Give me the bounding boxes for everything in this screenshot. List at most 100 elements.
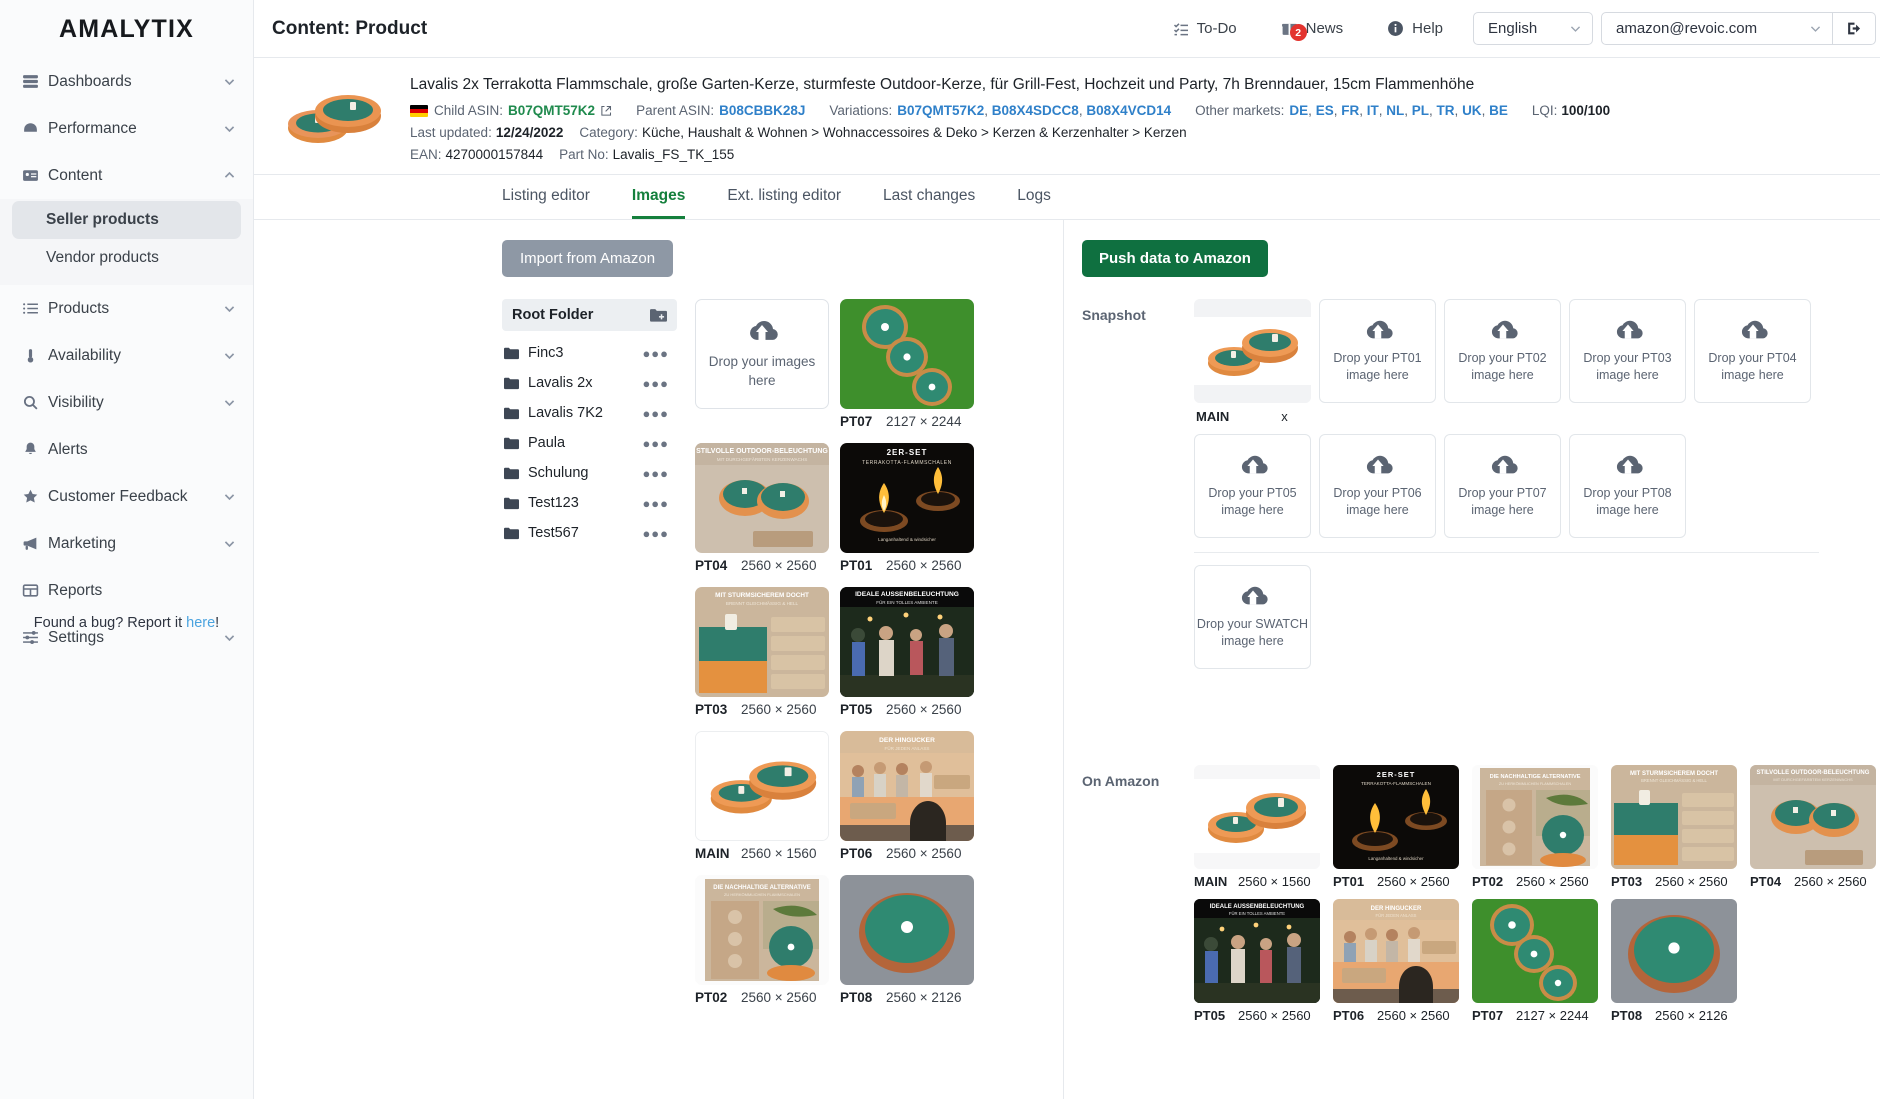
parent-asin-value[interactable]: B08CBBK28J: [719, 103, 805, 118]
snapshot-dropzone[interactable]: Drop your PT07 image here: [1444, 434, 1561, 538]
on-amazon-image[interactable]: DER HINGUCKER FÜR JEDEN ANLASS: [1333, 899, 1459, 1003]
import-from-amazon-button[interactable]: Import from Amazon: [502, 240, 674, 277]
image-dropzone-cell[interactable]: Drop your images here: [695, 299, 835, 429]
on-amazon-cell[interactable]: DIE NACHHALTIGE ALTERNATIVE ZU HERKÖMMLIC…: [1472, 765, 1606, 889]
on-amazon-image[interactable]: MIT STURMSICHEREM DOCHT BRENNT GLEICHMÄSS…: [1611, 765, 1737, 869]
help-button[interactable]: Help: [1365, 20, 1465, 37]
market-link[interactable]: UK: [1462, 103, 1482, 118]
snapshot-dropzone[interactable]: Drop your PT03 image here: [1569, 299, 1686, 403]
on-amazon-cell[interactable]: 2ER-SET TERRAKOTTA-FLAMMSCHALEN Langanhalt…: [1333, 765, 1467, 889]
tab-listing-editor[interactable]: Listing editor: [502, 175, 590, 219]
market-link[interactable]: IT: [1367, 103, 1379, 118]
sidebar-item-performance[interactable]: Performance: [0, 105, 253, 152]
on-amazon-cell[interactable]: MAIN 2560 × 1560: [1194, 765, 1328, 889]
folder-item[interactable]: Schulung ●●●: [502, 458, 677, 488]
root-folder-row[interactable]: Root Folder: [502, 299, 677, 331]
on-amazon-image[interactable]: 2ER-SET TERRAKOTTA-FLAMMSCHALEN Langanhalt…: [1333, 765, 1459, 869]
todo-button[interactable]: To-Do: [1151, 20, 1259, 37]
news-button[interactable]: 2 News: [1259, 20, 1366, 41]
sidebar-item-reports[interactable]: Reports: [0, 567, 253, 614]
image-cell[interactable]: 2ER-SET TERRAKOTTA-FLAMMSCHALEN Langanhalt…: [840, 443, 980, 573]
sidebar-item-vendor-products[interactable]: Vendor products: [12, 239, 241, 277]
snapshot-image[interactable]: [1194, 299, 1311, 403]
image-thumbnail[interactable]: 2ER-SET TERRAKOTTA-FLAMMSCHALEN Langanhalt…: [840, 443, 974, 553]
tab-logs[interactable]: Logs: [1017, 175, 1051, 219]
logout-button[interactable]: [1833, 12, 1876, 45]
folder-item[interactable]: Test567 ●●●: [502, 518, 677, 548]
snapshot-dropzone[interactable]: Drop your PT05 image here: [1194, 434, 1311, 538]
market-link[interactable]: BE: [1489, 103, 1508, 118]
image-cell[interactable]: MAIN 2560 × 1560: [695, 731, 835, 861]
sidebar-item-availability[interactable]: Availability: [0, 332, 253, 379]
image-thumbnail[interactable]: IDEALE AUSSENBELEUCHTUNG FÜR EIN TOLLES A…: [840, 587, 974, 697]
remove-snapshot-icon[interactable]: x: [1281, 409, 1288, 424]
push-data-to-amazon-button[interactable]: Push data to Amazon: [1082, 240, 1268, 277]
market-link[interactable]: DE: [1289, 103, 1308, 118]
snapshot-slot[interactable]: Drop your PT02 image here: [1444, 299, 1569, 424]
image-thumbnail[interactable]: [695, 731, 829, 841]
tab-ext-listing-editor[interactable]: Ext. listing editor: [727, 175, 841, 219]
folder-item[interactable]: Paula ●●●: [502, 428, 677, 458]
snapshot-dropzone[interactable]: Drop your PT08 image here: [1569, 434, 1686, 538]
image-cell[interactable]: STILVOLLE OUTDOOR-BELEUCHTUNG MIT DURCHGE…: [695, 443, 835, 573]
on-amazon-cell[interactable]: STILVOLLE OUTDOOR-BELEUCHTUNG MIT DURCHGE…: [1750, 765, 1880, 889]
folder-item[interactable]: Lavalis 7K2 ●●●: [502, 398, 677, 428]
variation-asin[interactable]: B08X4VCD14: [1086, 103, 1171, 118]
image-thumbnail[interactable]: DER HINGUCKER FÜR JEDEN ANLASS: [840, 731, 974, 841]
image-thumbnail[interactable]: STILVOLLE OUTDOOR-BELEUCHTUNG MIT DURCHGE…: [695, 443, 829, 553]
add-folder-icon[interactable]: [650, 308, 667, 323]
folder-menu-icon[interactable]: ●●●: [642, 526, 669, 541]
snapshot-slot[interactable]: Drop your PT03 image here: [1569, 299, 1694, 424]
folder-item[interactable]: Lavalis 2x ●●●: [502, 368, 677, 398]
on-amazon-image[interactable]: DIE NACHHALTIGE ALTERNATIVE ZU HERKÖMMLIC…: [1472, 765, 1598, 869]
bug-report-link[interactable]: here: [186, 615, 215, 631]
on-amazon-image[interactable]: IDEALE AUSSENBELEUCHTUNG FÜR EIN TOLLES A…: [1194, 899, 1320, 1003]
snapshot-slot[interactable]: Drop your PT08 image here: [1569, 434, 1694, 538]
sidebar-item-dashboards[interactable]: Dashboards: [0, 58, 253, 105]
variation-asin[interactable]: B08X4SDCC8: [992, 103, 1079, 118]
language-select[interactable]: English: [1473, 12, 1593, 45]
image-thumbnail[interactable]: [840, 875, 974, 985]
folder-item[interactable]: Test123 ●●●: [502, 488, 677, 518]
image-dropzone[interactable]: Drop your images here: [695, 299, 829, 409]
market-link[interactable]: FR: [1341, 103, 1359, 118]
folder-menu-icon[interactable]: ●●●: [642, 496, 669, 511]
on-amazon-image[interactable]: [1194, 765, 1320, 869]
snapshot-slot[interactable]: Drop your PT04 image here: [1694, 299, 1819, 424]
snapshot-slot[interactable]: MAIN x: [1194, 299, 1319, 424]
market-link[interactable]: TR: [1437, 103, 1455, 118]
image-thumbnail[interactable]: MIT STURMSICHEREM DOCHT BRENNT GLEICHMÄSS…: [695, 587, 829, 697]
snapshot-dropzone[interactable]: Drop your PT02 image here: [1444, 299, 1561, 403]
folder-menu-icon[interactable]: ●●●: [642, 466, 669, 481]
image-thumbnail[interactable]: DIE NACHHALTIGE ALTERNATIVE ZU HERKÖMMLIC…: [695, 875, 829, 985]
sidebar-item-customer-feedback[interactable]: Customer Feedback: [0, 473, 253, 520]
on-amazon-cell[interactable]: PT08 2560 × 2126: [1611, 899, 1745, 1023]
folder-menu-icon[interactable]: ●●●: [642, 346, 669, 361]
snapshot-slot[interactable]: Drop your SWATCH image here: [1194, 565, 1319, 669]
on-amazon-cell[interactable]: PT07 2127 × 2244: [1472, 899, 1606, 1023]
folder-item[interactable]: Finc3 ●●●: [502, 338, 677, 368]
folder-menu-icon[interactable]: ●●●: [642, 436, 669, 451]
market-link[interactable]: PL: [1412, 103, 1429, 118]
sidebar-item-seller-products[interactable]: Seller products: [12, 201, 241, 239]
snapshot-slot[interactable]: Drop your PT07 image here: [1444, 434, 1569, 538]
snapshot-slot[interactable]: Drop your PT01 image here: [1319, 299, 1444, 424]
snapshot-dropzone[interactable]: Drop your PT04 image here: [1694, 299, 1811, 403]
account-select[interactable]: amazon@revoic.com: [1601, 12, 1833, 45]
sidebar-item-visibility[interactable]: Visibility: [0, 379, 253, 426]
sidebar-item-content[interactable]: Content: [0, 152, 253, 199]
on-amazon-cell[interactable]: IDEALE AUSSENBELEUCHTUNG FÜR EIN TOLLES A…: [1194, 899, 1328, 1023]
image-cell[interactable]: PT08 2560 × 2126: [840, 875, 980, 1005]
on-amazon-image[interactable]: STILVOLLE OUTDOOR-BELEUCHTUNG MIT DURCHGE…: [1750, 765, 1876, 869]
folder-menu-icon[interactable]: ●●●: [642, 376, 669, 391]
sidebar-item-alerts[interactable]: Alerts: [0, 426, 253, 473]
image-cell[interactable]: MIT STURMSICHEREM DOCHT BRENNT GLEICHMÄSS…: [695, 587, 835, 717]
external-link-icon[interactable]: [600, 105, 612, 117]
snapshot-dropzone[interactable]: Drop your PT06 image here: [1319, 434, 1436, 538]
on-amazon-cell[interactable]: MIT STURMSICHEREM DOCHT BRENNT GLEICHMÄSS…: [1611, 765, 1745, 889]
image-cell[interactable]: PT07 2127 × 2244: [840, 299, 980, 429]
snapshot-slot[interactable]: Drop your PT05 image here: [1194, 434, 1319, 538]
snapshot-dropzone[interactable]: Drop your SWATCH image here: [1194, 565, 1311, 669]
image-cell[interactable]: DER HINGUCKER FÜR JEDEN ANLASS PT06 2560 …: [840, 731, 980, 861]
tab-last-changes[interactable]: Last changes: [883, 175, 975, 219]
